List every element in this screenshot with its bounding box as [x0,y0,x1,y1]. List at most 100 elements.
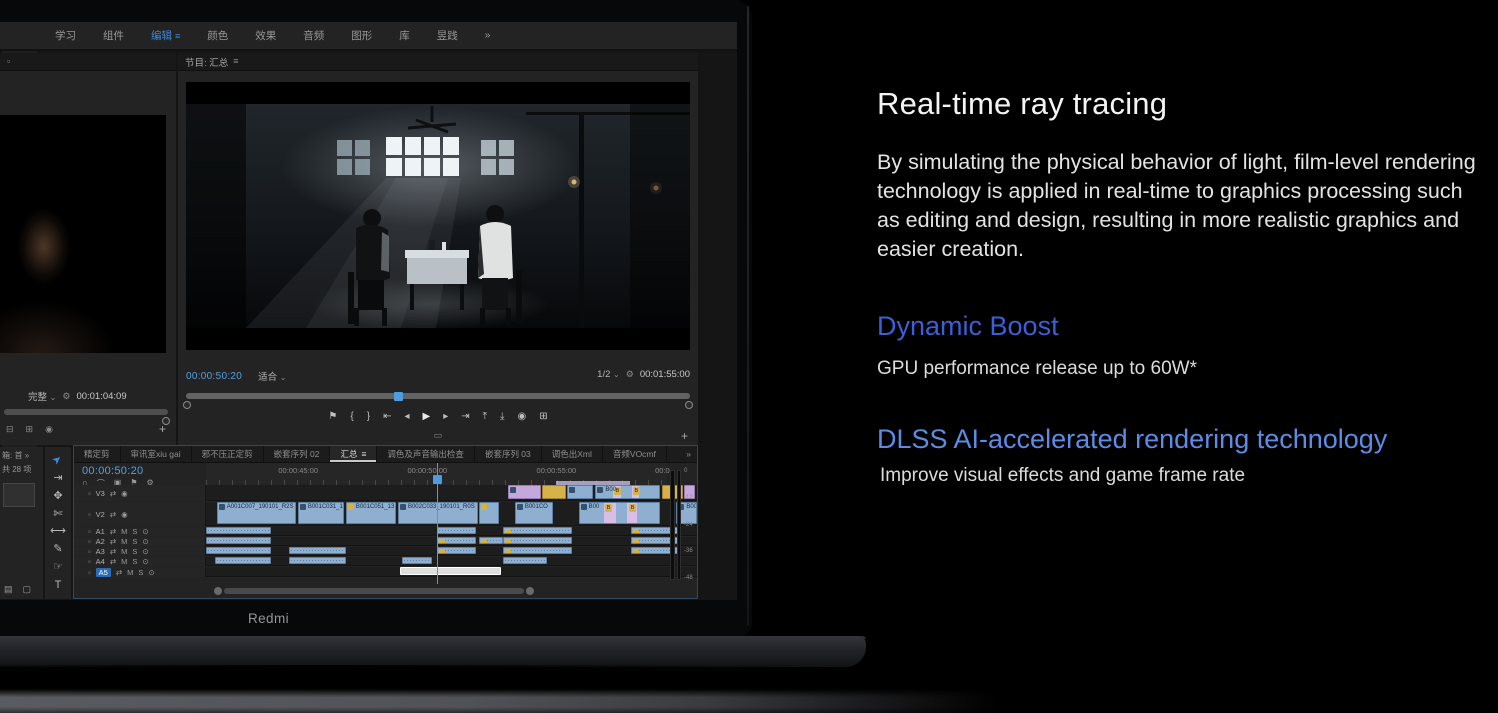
sequence-tab-4[interactable]: 嵌套序列 02 [264,446,331,462]
voiceover-record-icon[interactable]: ⊙ [142,527,148,536]
sync-lock-icon[interactable]: ⇄ [110,489,116,498]
source-monitor-header[interactable]: ▫ [0,53,176,71]
timeline-clip[interactable] [437,547,476,554]
sequence-tab-2[interactable]: 审讯室xiu gai [121,446,192,462]
track-output-eye-icon[interactable]: ◉ [121,489,128,498]
comparison-view-icon[interactable]: ⊞ [539,411,547,422]
track-lane-A3[interactable] [206,547,697,556]
timeline-clip[interactable] [206,547,271,554]
timeline-clip[interactable] [437,527,476,534]
export-frame-icon[interactable]: ◉ [45,425,53,434]
timeline-clip[interactable]: B001C051_13 [346,502,397,524]
lock-icon[interactable]: ▫ [88,547,91,556]
project-overflow-chevron[interactable]: » [25,451,29,460]
extract-icon[interactable]: ⤓ [500,411,504,422]
sequence-tabs-overflow-chevron[interactable]: » [680,449,697,459]
lift-icon[interactable]: ⤒ [483,411,487,422]
timeline-clip[interactable] [437,537,476,544]
timeline-clip[interactable] [215,557,271,564]
workspace-tab-4[interactable]: 颜色 [207,28,228,43]
timeline-clip[interactable] [206,527,271,534]
sequence-tab-6[interactable]: 调色及声音输出检查 [377,446,475,462]
track-header-V2[interactable]: ▫V2⇄◉ [74,502,206,526]
timeline-clip[interactable]: B002C033_190101_R0S [398,502,478,524]
sequence-tab-1[interactable]: 精定剪 [74,446,121,462]
sequence-tab-9[interactable]: 音频VOcmf [603,446,667,462]
lock-icon[interactable]: ▫ [88,527,91,536]
track-label[interactable]: A5 [96,568,111,577]
mute-button[interactable]: M [127,568,133,577]
step-forward-icon[interactable]: ▸ [443,411,448,422]
voiceover-record-icon[interactable]: ⊙ [142,557,148,566]
workspace-tab-9[interactable]: 昱践 [437,28,458,43]
timeline-clip[interactable] [503,547,572,554]
add-marker-icon[interactable]: ⚑ [328,411,337,422]
source-scrubber[interactable] [4,409,168,415]
timeline-clip[interactable] [289,547,345,554]
timeline-clip[interactable] [508,485,541,499]
mute-button[interactable]: M [121,557,127,566]
add-button-icon[interactable]: + [681,429,688,443]
mute-button[interactable]: M [121,527,127,536]
play-icon[interactable]: ▶ [422,411,430,422]
solo-button[interactable]: S [132,557,137,566]
timeline-clip[interactable]: BBB00 [595,485,660,499]
track-header-V3[interactable]: ▫V3⇄◉ [74,485,206,501]
workspace-menu-icon[interactable]: ≡ [175,31,180,41]
hand-tool[interactable]: ☞ [53,562,63,573]
workspace-tab-5[interactable]: 效果 [255,28,276,43]
new-bin-icon[interactable]: ▤ [4,584,13,595]
timeline-playhead[interactable] [437,463,438,584]
razor-tool[interactable]: ✄ [53,509,62,520]
timeline-clip[interactable] [206,537,271,544]
solo-button[interactable]: S [138,568,143,577]
voiceover-record-icon[interactable]: ⊙ [142,537,148,546]
track-header-A3[interactable]: ▫A3⇄MS⊙ [74,547,206,556]
lock-icon[interactable]: ▫ [88,510,91,519]
track-lane-A1[interactable] [206,527,697,536]
track-lane-A5[interactable] [206,567,697,577]
timeline-clip[interactable]: B001C031_1 [298,502,345,524]
track-label[interactable]: A4 [96,557,105,566]
settings-wrench-icon[interactable]: ⚙ [62,392,70,401]
mark-out-icon[interactable]: } [367,411,370,422]
solo-button[interactable]: S [132,547,137,556]
export-frame-icon[interactable]: ◉ [517,411,526,422]
timeline-timecode[interactable]: 00:00:50:20 [82,465,143,477]
scrubber-end-handle[interactable] [685,401,693,409]
workspace-tab-1[interactable]: 学习 [55,28,76,43]
workspace-tab-8[interactable]: 库 [399,28,410,43]
workspace-tab-2[interactable]: 组件 [103,28,124,43]
scrubber-start-handle[interactable] [183,401,191,409]
workspace-tab-3[interactable]: 编辑≡ [151,28,180,43]
track-lane-A2[interactable] [206,537,697,546]
insert-icon[interactable]: ⊟ [6,425,14,434]
step-back-icon[interactable]: ◂ [404,411,409,422]
selected-clip[interactable] [400,567,501,575]
track-label[interactable]: A3 [96,547,105,556]
lock-icon[interactable]: ▫ [88,557,91,566]
track-lane-V3[interactable]: BBB00 [206,485,697,501]
sync-lock-icon[interactable]: ⇄ [110,510,116,519]
sequence-tab-3[interactable]: 邪不压正定剪 [192,446,264,462]
voiceover-record-icon[interactable]: ⊙ [142,547,148,556]
workspace-tab-6[interactable]: 音频 [303,28,324,43]
source-zoom-select[interactable]: 完整 ⌄ [28,389,56,403]
timeline-clip[interactable] [479,537,504,544]
ripple-edit-tool[interactable]: ✥ [53,491,62,502]
track-lane-V2[interactable]: A001C007_190101_R2SB001C031_1B001C051_13… [206,502,697,526]
drag-handle-icon[interactable]: ▭ [434,431,443,440]
timeline-clip[interactable] [503,527,572,534]
sync-lock-icon[interactable]: ⇄ [110,557,116,566]
track-label[interactable]: V3 [96,489,105,498]
timeline-horizontal-scrollbar[interactable] [224,588,524,594]
sequence-tab-7[interactable]: 嵌套序列 03 [475,446,542,462]
sequence-tab-8[interactable]: 调色出Xml [542,446,603,462]
delete-icon[interactable]: ▢ [23,584,32,595]
go-to-out-icon[interactable]: ⇥ [461,411,469,422]
program-monitor-header[interactable]: 节目: 汇总 ≡ [178,53,698,71]
program-playhead[interactable] [394,392,403,401]
timeline-clip[interactable] [542,485,566,499]
go-to-in-icon[interactable]: ⇤ [383,411,391,422]
sync-lock-icon[interactable]: ⇄ [116,568,122,577]
